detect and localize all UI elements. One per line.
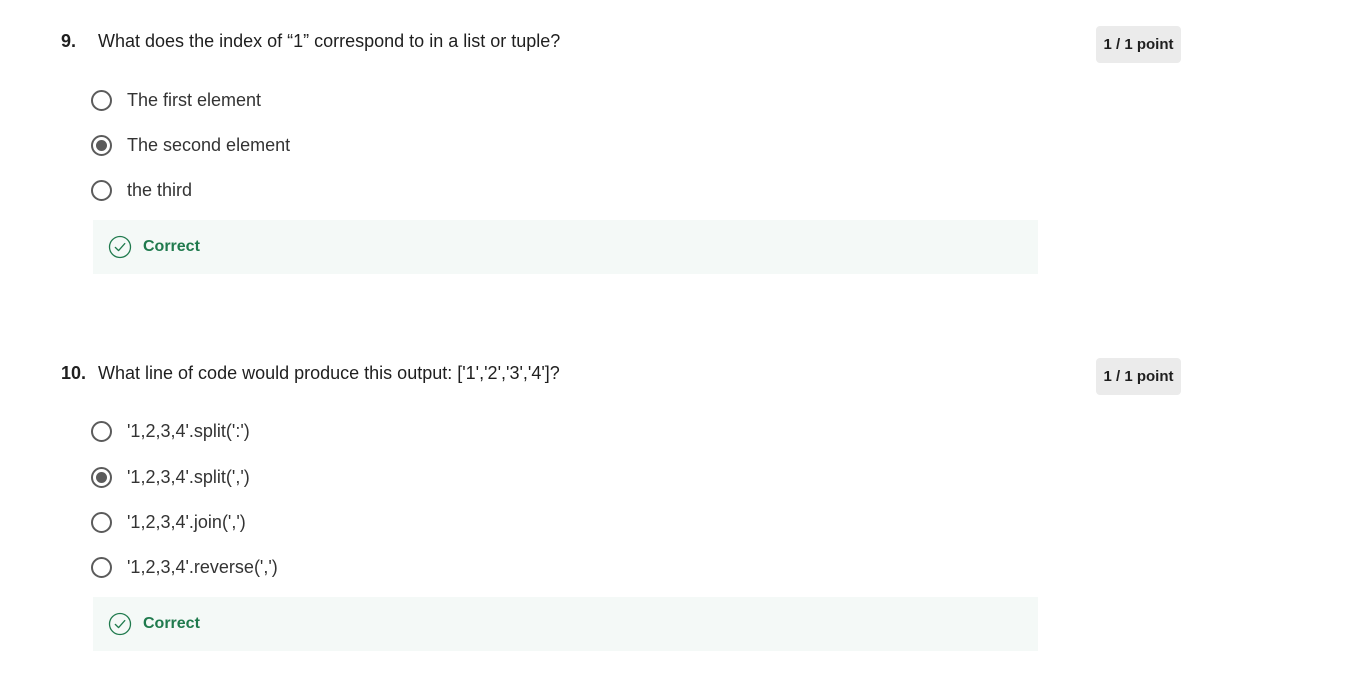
feedback-label: Correct bbox=[143, 238, 200, 255]
radio-button[interactable] bbox=[91, 556, 112, 578]
radio-button[interactable] bbox=[91, 89, 112, 111]
radio-button[interactable] bbox=[91, 179, 112, 201]
option-reverse-comma[interactable]: '1,2,3,4'.reverse(',') bbox=[91, 554, 278, 580]
question-number: 9. bbox=[61, 31, 77, 51]
radio-button[interactable] bbox=[91, 511, 112, 533]
radio-button-selected[interactable] bbox=[91, 134, 112, 156]
option-split-colon[interactable]: '1,2,3,4'.split(':') bbox=[91, 418, 250, 444]
option-label: the third bbox=[127, 179, 193, 200]
question-prompt: 9. What does the index of “1” correspond… bbox=[61, 29, 560, 53]
check-circle-icon bbox=[108, 612, 132, 636]
feedback-correct: Correct bbox=[93, 220, 1038, 274]
feedback-label: Correct bbox=[143, 615, 200, 632]
question-number: 10. bbox=[61, 363, 87, 383]
option-split-comma[interactable]: '1,2,3,4'.split(',') bbox=[91, 464, 250, 490]
option-third[interactable]: the third bbox=[91, 177, 192, 203]
points-badge: 1 / 1 point bbox=[1096, 26, 1181, 63]
option-second-element[interactable]: The second element bbox=[91, 132, 290, 158]
feedback-correct: Correct bbox=[93, 597, 1038, 651]
option-label: '1,2,3,4'.reverse(',') bbox=[127, 556, 278, 577]
radio-button[interactable] bbox=[91, 420, 112, 442]
option-join-comma[interactable]: '1,2,3,4'.join(',') bbox=[91, 509, 246, 535]
option-label: The second element bbox=[127, 134, 291, 155]
check-circle-icon bbox=[108, 235, 132, 259]
option-label: '1,2,3,4'.split(',') bbox=[127, 466, 250, 487]
question-prompt: 10. What line of code would produce this… bbox=[61, 361, 560, 385]
points-badge: 1 / 1 point bbox=[1096, 358, 1181, 395]
option-label: The first element bbox=[127, 89, 262, 110]
question-text: What does the index of “1” correspond to… bbox=[98, 31, 561, 51]
option-label: '1,2,3,4'.join(',') bbox=[127, 511, 246, 532]
quiz-page: 9. What does the index of “1” correspond… bbox=[0, 0, 1362, 675]
radio-button-selected[interactable] bbox=[91, 466, 112, 488]
question-text: What line of code would produce this out… bbox=[98, 363, 560, 383]
option-first-element[interactable]: The first element bbox=[91, 87, 261, 113]
option-label: '1,2,3,4'.split(':') bbox=[127, 420, 250, 441]
